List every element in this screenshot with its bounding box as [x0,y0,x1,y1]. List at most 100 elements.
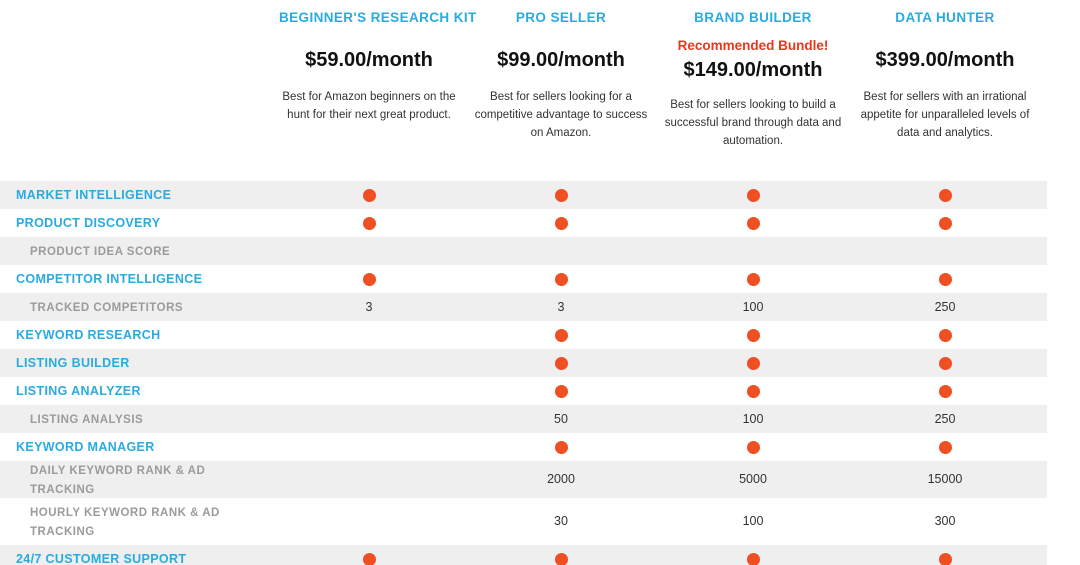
feature-value-cell [465,551,657,565]
included-dot-icon [554,273,568,287]
table-row: LISTING ANALYSIS 50 100 250 [0,405,1047,433]
plan-price: $99.00/month [497,49,625,72]
feature-value-cell: 2000 [465,471,657,487]
feature-value: 250 [934,411,956,426]
feature-label: PRODUCT IDEA SCORE [30,245,171,258]
feature-sublabel-cell: HOURLY KEYWORD RANK & AD TRACKING [0,503,273,540]
table-row: TRACKED COMPETITORS 3 3 100 250 [0,293,1047,321]
included-dot-icon [746,357,760,371]
plan-name: BEGINNER'S RESEARCH KIT [279,10,477,25]
feature-value: 50 [554,411,568,426]
feature-label-cell: KEYWORD RESEARCH [0,326,273,344]
feature-label: PRODUCT DISCOVERY [16,216,161,230]
feature-value-cell [657,355,849,371]
feature-value-cell [849,187,1041,203]
feature-value: 300 [934,514,956,529]
included-dot-icon [746,329,760,343]
feature-sublabel-cell: PRODUCT IDEA SCORE [0,242,273,261]
included-dot-icon [938,329,952,343]
feature-label: KEYWORD RESEARCH [16,328,161,342]
feature-value: 250 [934,299,956,314]
feature-value-cell: 30 [465,513,657,529]
feature-label: 24/7 CUSTOMER SUPPORT [16,552,187,565]
included-dot-icon [554,441,568,455]
table-row: PRODUCT IDEA SCORE [0,237,1047,265]
feature-value-cell [849,551,1041,565]
feature-value-cell: 3 [465,299,657,315]
included-dot-icon [746,385,760,399]
feature-value-cell: 100 [657,513,849,529]
feature-value: 30 [554,514,568,529]
table-row: LISTING ANALYZER [0,377,1047,405]
table-row: KEYWORD MANAGER [0,433,1047,461]
included-dot-icon [938,189,952,203]
feature-value-cell: 100 [657,299,849,315]
plan-recommended-badge: Recommended Bundle! [677,38,829,54]
table-row: PRODUCT DISCOVERY [0,209,1047,237]
feature-value-cell [657,187,849,203]
plan-name: DATA HUNTER [895,10,995,25]
feature-value: 3 [557,299,565,314]
table-row: KEYWORD RESEARCH [0,321,1047,349]
feature-value: 15000 [927,472,963,487]
feature-value-cell [465,327,657,343]
feature-value-cell [657,383,849,399]
included-dot-icon [746,553,760,565]
feature-value-cell [849,383,1041,399]
included-dot-icon [362,553,376,565]
feature-label: MARKET INTELLIGENCE [16,188,172,202]
plan-name: BRAND BUILDER [694,10,812,25]
included-dot-icon [746,273,760,287]
feature-value-cell [657,215,849,231]
feature-value-cell [657,439,849,455]
feature-value: 3 [365,299,373,314]
feature-value-cell [273,215,465,231]
feature-value-cell: 5000 [657,471,849,487]
feature-label: HOURLY KEYWORD RANK & AD TRACKING [30,507,220,538]
included-dot-icon [362,217,376,231]
pricing-comparison-page: BEGINNER'S RESEARCH KIT $59.00/month Bes… [0,0,1080,565]
plan-description: Best for sellers with an irrational appe… [860,91,1030,139]
plans-header: BEGINNER'S RESEARCH KIT $59.00/month Bes… [0,0,1080,168]
feature-value-cell [849,215,1041,231]
table-row: COMPETITOR INTELLIGENCE [0,265,1047,293]
feature-value-cell: 100 [657,411,849,427]
feature-value: 100 [742,299,764,314]
included-dot-icon [938,273,952,287]
feature-value-cell [465,215,657,231]
included-dot-icon [938,553,952,565]
included-dot-icon [554,385,568,399]
feature-value-cell [657,271,849,287]
table-row: HOURLY KEYWORD RANK & AD TRACKING 30 100 30… [0,498,1047,546]
feature-value-cell [657,327,849,343]
plan-column-beginners-research-kit[interactable]: BEGINNER'S RESEARCH KIT $59.00/month Bes… [273,10,477,168]
included-dot-icon [362,273,376,287]
feature-label-cell: PRODUCT DISCOVERY [0,214,273,232]
feature-value-cell [273,187,465,203]
feature-label: COMPETITOR INTELLIGENCE [16,272,203,286]
feature-value-cell: 300 [849,513,1041,529]
included-dot-icon [554,357,568,371]
feature-value-cell [465,187,657,203]
feature-label-cell: COMPETITOR INTELLIGENCE [0,270,273,288]
feature-label: LISTING BUILDER [16,356,130,370]
table-row: LISTING BUILDER [0,349,1047,377]
feature-value-cell [657,551,849,565]
feature-value-cell [849,355,1041,371]
feature-sublabel-cell: LISTING ANALYSIS [0,410,273,429]
feature-label: LISTING ANALYZER [16,384,141,398]
feature-label: KEYWORD MANAGER [16,440,155,454]
included-dot-icon [554,553,568,565]
included-dot-icon [938,385,952,399]
feature-value-cell [465,355,657,371]
plan-description: Best for Amazon beginners on the hunt fo… [282,91,456,121]
plan-column-brand-builder[interactable]: BRAND BUILDER Recommended Bundle! $149.0… [657,10,849,168]
included-dot-icon [746,189,760,203]
feature-label-cell: LISTING ANALYZER [0,382,273,400]
included-dot-icon [938,441,952,455]
plan-description: Best for sellers looking for a competiti… [474,91,648,139]
plan-column-data-hunter[interactable]: DATA HUNTER $399.00/month Best for selle… [849,10,1041,168]
plan-price: $399.00/month [875,49,1015,72]
plan-column-pro-seller[interactable]: PRO SELLER $99.00/month Best for sellers… [465,10,657,168]
included-dot-icon [554,217,568,231]
